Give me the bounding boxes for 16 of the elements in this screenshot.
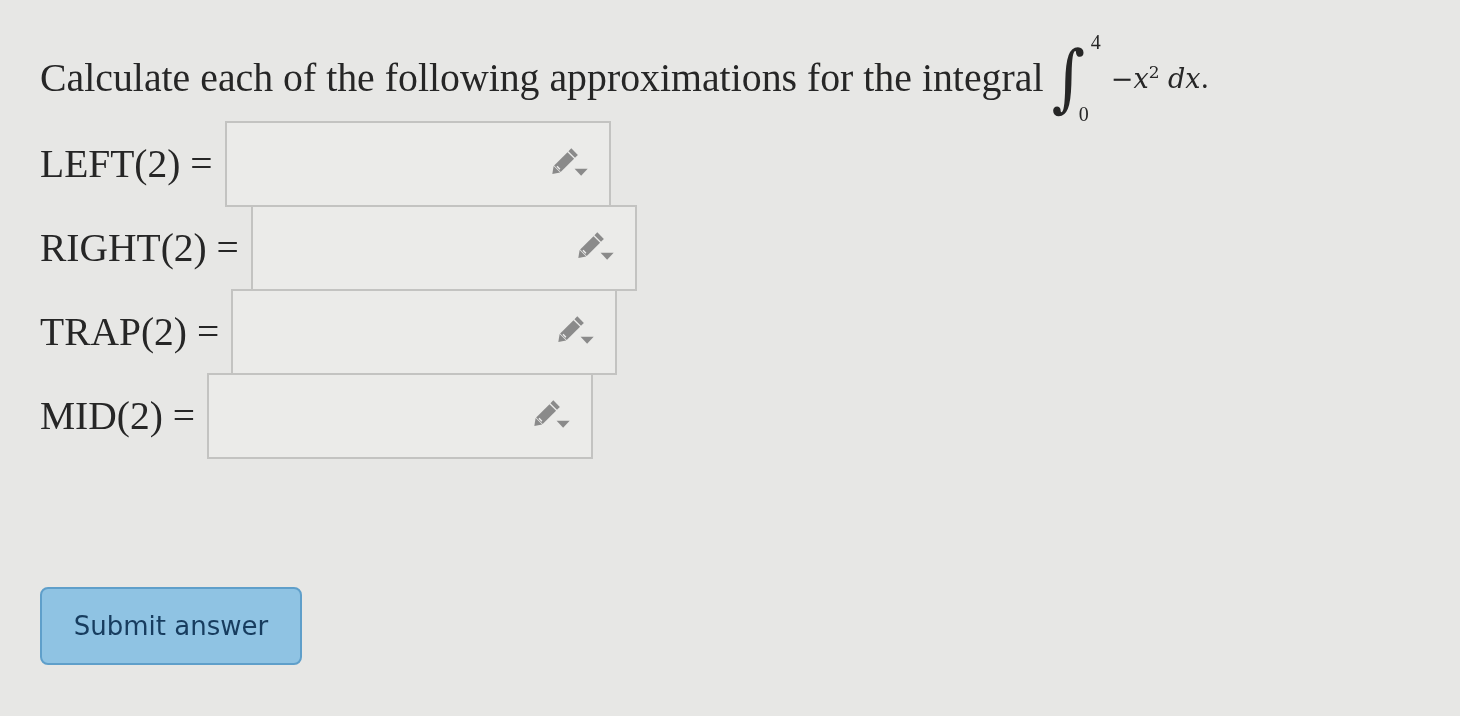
pencil-caret-icon[interactable] <box>550 148 589 176</box>
submit-button[interactable]: Submit answer <box>40 587 302 665</box>
pencil-caret-icon[interactable] <box>576 232 615 260</box>
answer-field[interactable] <box>224 121 611 207</box>
answer-label: LEFT(2) = <box>40 141 213 187</box>
answer-label: TRAP(2) = <box>40 309 220 355</box>
pencil-caret-icon[interactable] <box>557 316 596 344</box>
answer-label: MID(2) = <box>40 393 195 439</box>
answer-label: RIGHT(2) = <box>40 225 239 271</box>
pencil-caret-icon[interactable] <box>533 400 571 428</box>
upper-limit: 4 <box>1090 32 1101 52</box>
answer-field[interactable] <box>207 373 593 459</box>
question-text: Calculate each of the following approximations for the integral <box>40 55 1044 101</box>
answer-field[interactable] <box>231 289 618 375</box>
answer-field[interactable] <box>250 205 637 291</box>
integrand: −x$^{2}$ dx. <box>1110 62 1210 94</box>
